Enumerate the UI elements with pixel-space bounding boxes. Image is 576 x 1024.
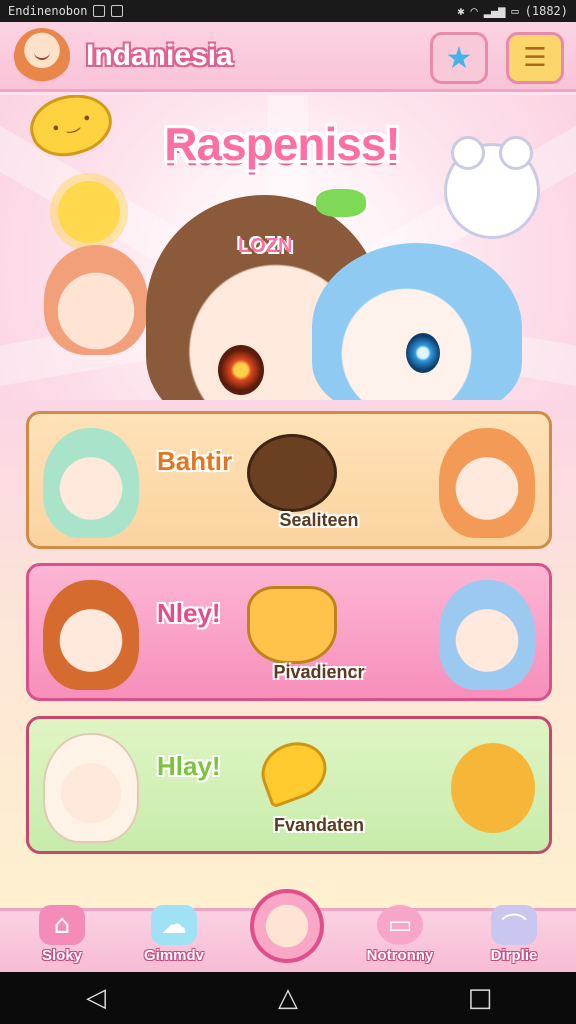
card-character-left [43,428,139,538]
pet-icon: ☁ [151,905,197,945]
nav-item-notronny[interactable]: ▭ Notronny [350,905,450,973]
house-icon: ⌂ [39,905,85,945]
bottom-nav: ⌂ Sloky ☁ Gimmdv ▭ Notronny ⌒ Dirplie [0,889,576,973]
home-icon[interactable]: △ [268,983,308,1013]
status-clock: (1882) [524,4,568,18]
app-header: Indaniesia ★ ☰ [0,22,576,92]
shoe-icon: ⌒ [491,905,537,945]
status-bar: Endinenobon ✱ ◠ ▂▄▆ ▭ (1882) [0,0,576,22]
nav-item-gimmdv[interactable]: ☁ Gimmdv [124,905,224,973]
notification-icon [93,5,106,17]
card-title: Bahtir [157,446,233,476]
nav-label: Dirplie [490,947,538,964]
app-title: Indaniesia [86,38,233,72]
image-icon [111,5,124,17]
card-subtitle: Fvandaten [273,815,365,835]
star-icon: ★ [445,40,473,76]
menu-button[interactable]: ☰ [506,32,564,84]
card-subtitle: Pivadiencr [273,662,365,682]
bear-character-icon [451,743,535,833]
nav-item-dirplie[interactable]: ⌒ Dirplie [464,905,564,973]
nav-label: Notronny [366,947,434,964]
signal-icon: ▂▄▆ [483,4,506,18]
character-left [44,245,148,355]
card-title: Nley! [157,598,221,628]
hero-logo: LOZN [238,235,293,257]
bear-sticker-icon [444,136,540,239]
bow-icon [316,189,366,217]
battery-icon: ▭ [511,4,519,18]
sun-sticker-icon [58,181,120,243]
hero-banner: LOZN Raspeniss! [0,95,576,410]
card-character-left [43,733,139,843]
character-bluehair [312,243,522,410]
recents-icon[interactable]: □ [460,983,500,1013]
wifi-icon: ◠ [470,4,478,18]
scroll-menu-icon: ☰ [523,43,547,73]
star-button[interactable]: ★ [430,32,488,84]
avatar[interactable] [14,27,70,84]
hero-title: Raspeniss! [164,118,400,170]
heart-icon [253,733,335,809]
game-card[interactable]: Nley! Pivadiencr [26,563,552,701]
nav-label: Sloky [41,947,83,964]
card-character-right [439,428,535,538]
card-character-right [439,580,535,690]
card-character-left [43,580,139,690]
cat-icon [247,586,337,664]
card-title: Hlay! [157,751,221,781]
nav-item-sloky[interactable]: ⌂ Sloky [12,905,112,973]
nav-label: Gimmdv [143,947,204,964]
card-item-icon [247,434,337,512]
game-card[interactable]: Bahtir Sealiteen [26,411,552,549]
card-subtitle: Sealiteen [279,510,359,530]
bluetooth-icon: ✱ [457,4,465,18]
center-avatar-button[interactable] [250,889,324,963]
status-text: Endinenobon [8,4,88,18]
game-card[interactable]: Hlay! Fvandaten [26,716,552,854]
system-nav-bar: ◁ △ □ [0,972,576,1024]
back-icon[interactable]: ◁ [76,983,116,1013]
device-icon: ▭ [377,905,423,945]
